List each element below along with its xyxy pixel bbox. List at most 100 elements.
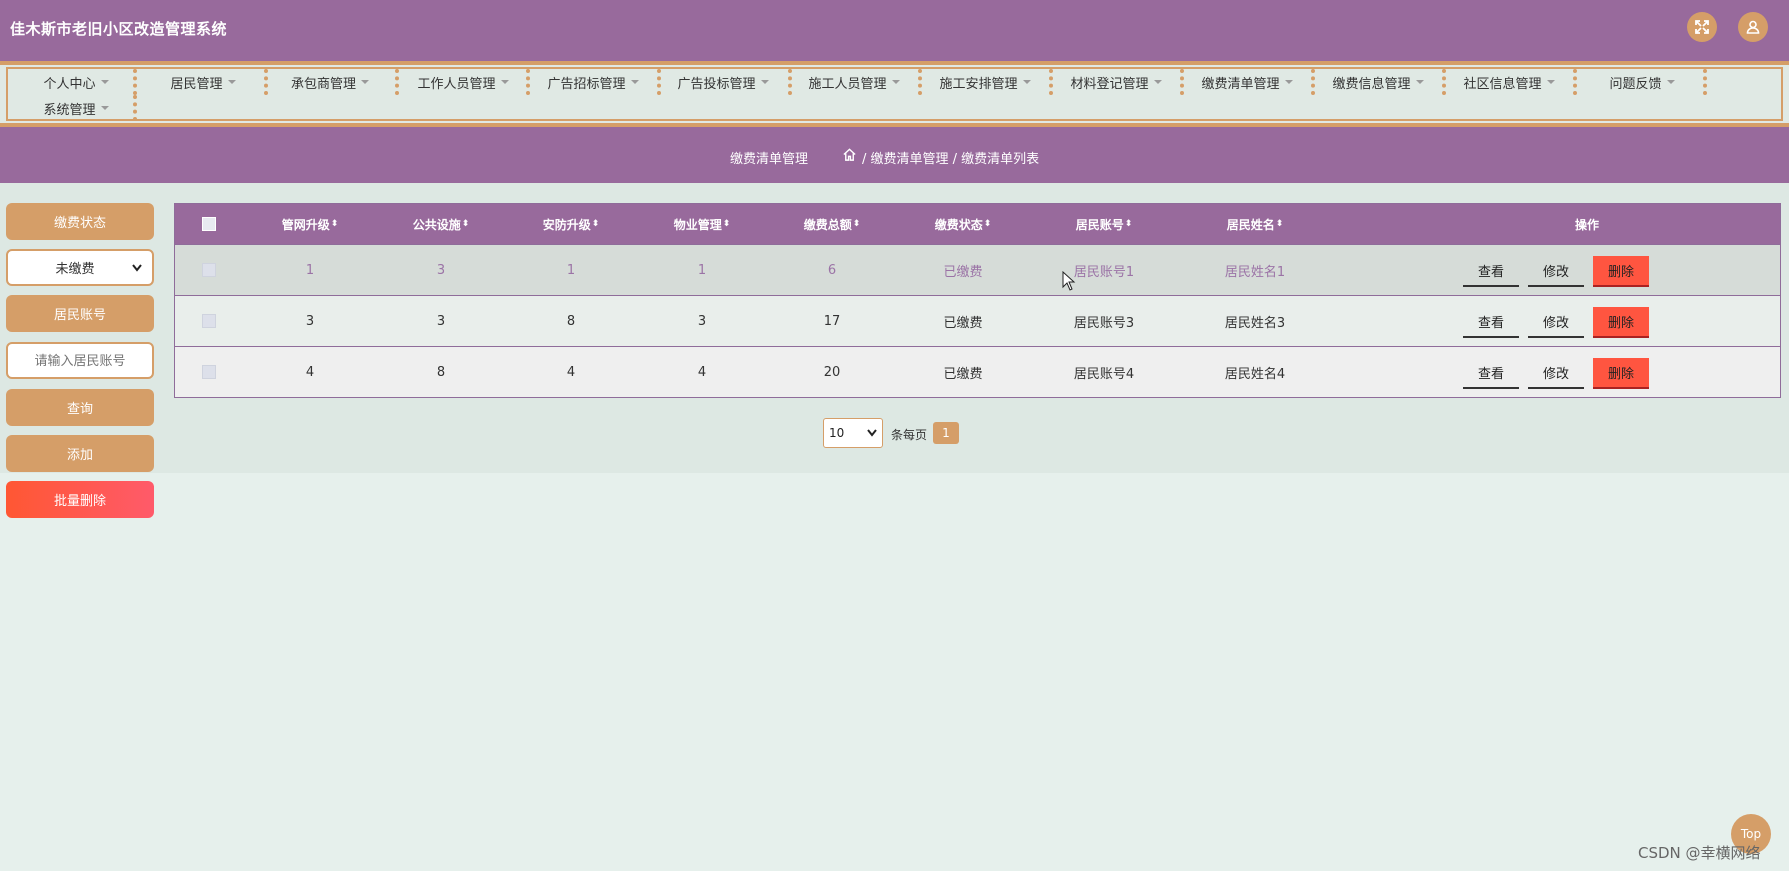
delete-button[interactable]: 删除 <box>1593 358 1649 389</box>
column-header-label: 安防升级 <box>542 217 591 232</box>
sort-icon: ⬍ <box>461 218 470 229</box>
chevron-down-icon <box>1415 80 1424 84</box>
nav-separator <box>918 69 922 95</box>
mouse-cursor-icon <box>1062 271 1076 291</box>
table-cell: 居民账号4 <box>1073 366 1135 382</box>
chevron-down-icon <box>361 80 369 84</box>
nav-item-ad-bid[interactable]: 广告投标管理 <box>670 69 776 95</box>
nav-item-construction-schedule[interactable]: 施工安排管理 <box>932 69 1038 95</box>
nav-item-system[interactable]: 系统管理 <box>26 95 126 121</box>
nav-item-community-info[interactable]: 社区信息管理 <box>1456 69 1562 95</box>
nav-item-label: 问题反馈 <box>1609 76 1662 92</box>
column-header[interactable]: 缴费总额 ⬍ <box>782 204 882 244</box>
nav-item-residents[interactable]: 居民管理 <box>153 69 253 95</box>
nav-item-label: 施工安排管理 <box>939 76 1018 92</box>
table-cell: 1 <box>305 262 315 278</box>
nav-item-construction-workers[interactable]: 施工人员管理 <box>801 69 907 95</box>
chevron-down-icon <box>630 80 639 84</box>
breadcrumb-bar: 缴费清单管理 / 缴费清单管理 / 缴费清单列表 <box>0 131 1789 183</box>
fullscreen-icon <box>1695 20 1709 34</box>
main-nav: 个人中心 居民管理 承包商管理 工作人员管理 广告招标管理 广告投标管理 施工人… <box>0 61 1789 127</box>
chevron-down-icon <box>227 80 236 84</box>
chevron-down-icon <box>1284 80 1293 84</box>
nav-item-staff[interactable]: 工作人员管理 <box>410 69 516 95</box>
column-header[interactable]: 物业管理 ⬍ <box>652 204 752 244</box>
page-number-button[interactable]: 1 <box>933 422 959 444</box>
chevron-down-icon <box>132 263 142 272</box>
status-select[interactable]: 未缴费 <box>6 249 154 286</box>
sort-icon: ⬍ <box>1275 218 1284 229</box>
table-row: 4 8 4 4 20 已缴费 居民账号4 居民姓名4 查看 修改 删除 <box>175 346 1780 397</box>
column-header[interactable]: 居民姓名 ⬍ <box>1205 204 1305 244</box>
chevron-down-icon <box>100 80 109 84</box>
nav-separator <box>133 95 137 121</box>
column-header-label: 居民姓名 <box>1226 217 1275 232</box>
nav-item-label: 承包商管理 <box>290 76 356 92</box>
batch-delete-button[interactable]: 批量删除 <box>6 481 154 518</box>
nav-inner: 个人中心 居民管理 承包商管理 工作人员管理 广告招标管理 广告投标管理 施工人… <box>6 67 1783 121</box>
query-button[interactable]: 查询 <box>6 389 154 426</box>
sort-icon: ⬍ <box>1124 218 1133 229</box>
nav-item-label: 广告招标管理 <box>547 76 626 92</box>
nav-item-materials[interactable]: 材料登记管理 <box>1063 69 1169 95</box>
column-header-label: 缴费总额 <box>803 217 852 232</box>
table-cell: 17 <box>823 313 841 329</box>
edit-button[interactable]: 修改 <box>1528 307 1584 338</box>
nav-item-label: 系统管理 <box>43 102 96 118</box>
nav-item-ad-tender[interactable]: 广告招标管理 <box>540 69 646 95</box>
chevron-down-icon <box>500 80 509 84</box>
sort-icon: ⬍ <box>852 218 861 229</box>
nav-item-fee-info[interactable]: 缴费信息管理 <box>1325 69 1431 95</box>
per-page-label: 条每页 <box>891 428 928 442</box>
row-checkbox[interactable] <box>202 263 216 277</box>
app-title: 佳木斯市老旧小区改造管理系统 <box>10 20 228 38</box>
chevron-down-icon <box>891 80 900 84</box>
nav-container: 个人中心 居民管理 承包商管理 工作人员管理 广告招标管理 广告投标管理 施工人… <box>0 57 1789 131</box>
nav-item-fee-list[interactable]: 缴费清单管理 <box>1194 69 1300 95</box>
table-cell: 已缴费 <box>943 315 983 331</box>
fullscreen-button[interactable] <box>1687 12 1717 42</box>
row-checkbox[interactable] <box>202 365 216 379</box>
select-all-checkbox[interactable] <box>202 217 216 231</box>
view-button[interactable]: 查看 <box>1463 256 1519 287</box>
account-search-input[interactable] <box>6 342 154 379</box>
view-button[interactable]: 查看 <box>1463 307 1519 338</box>
nav-item-label: 缴费信息管理 <box>1332 76 1411 92</box>
nav-item-contractors[interactable]: 承包商管理 <box>280 69 380 95</box>
nav-item-feedback[interactable]: 问题反馈 <box>1592 69 1692 95</box>
view-button[interactable]: 查看 <box>1463 358 1519 389</box>
column-header[interactable]: 居民账号 ⬍ <box>1054 204 1154 244</box>
nav-separator <box>1573 69 1577 95</box>
delete-button[interactable]: 删除 <box>1593 307 1649 338</box>
table-cell: 4 <box>305 364 315 380</box>
sort-icon: ⬍ <box>722 218 731 229</box>
row-checkbox[interactable] <box>202 314 216 328</box>
column-header[interactable]: 安防升级 ⬍ <box>521 204 621 244</box>
nav-separator <box>1311 69 1315 95</box>
edit-button[interactable]: 修改 <box>1528 256 1584 287</box>
table-cell: 3 <box>305 313 315 329</box>
column-header[interactable]: 管网升级 ⬍ <box>260 204 360 244</box>
edit-button[interactable]: 修改 <box>1528 358 1584 389</box>
nav-item-personal-center[interactable]: 个人中心 <box>26 69 126 95</box>
delete-button[interactable]: 删除 <box>1593 256 1649 287</box>
table-cell: 20 <box>823 364 841 380</box>
nav-separator <box>1049 69 1053 95</box>
column-header-label: 居民账号 <box>1075 217 1124 232</box>
add-button[interactable]: 添加 <box>6 435 154 472</box>
chevron-down-icon <box>1153 80 1162 84</box>
nav-separator <box>1180 69 1184 95</box>
column-header[interactable]: 公共设施 ⬍ <box>391 204 491 244</box>
column-header[interactable]: 缴费状态 ⬍ <box>913 204 1013 244</box>
page-size-select[interactable]: 10 <box>823 418 883 448</box>
nav-item-label: 广告投标管理 <box>677 76 756 92</box>
home-icon[interactable] <box>842 147 857 162</box>
table-cell: 8 <box>566 313 576 329</box>
table-cell: 6 <box>827 262 837 278</box>
user-button[interactable] <box>1738 12 1768 42</box>
chevron-down-icon <box>1546 80 1555 84</box>
nav-separator <box>788 69 792 95</box>
nav-separator <box>526 69 530 95</box>
fee-list-table: 管网升级 ⬍ 公共设施 ⬍ 安防升级 ⬍ 物业管理 ⬍ 缴费总额 ⬍ 缴费状态 ⬍ 居民账号… <box>174 203 1781 398</box>
nav-separator <box>1703 69 1707 95</box>
